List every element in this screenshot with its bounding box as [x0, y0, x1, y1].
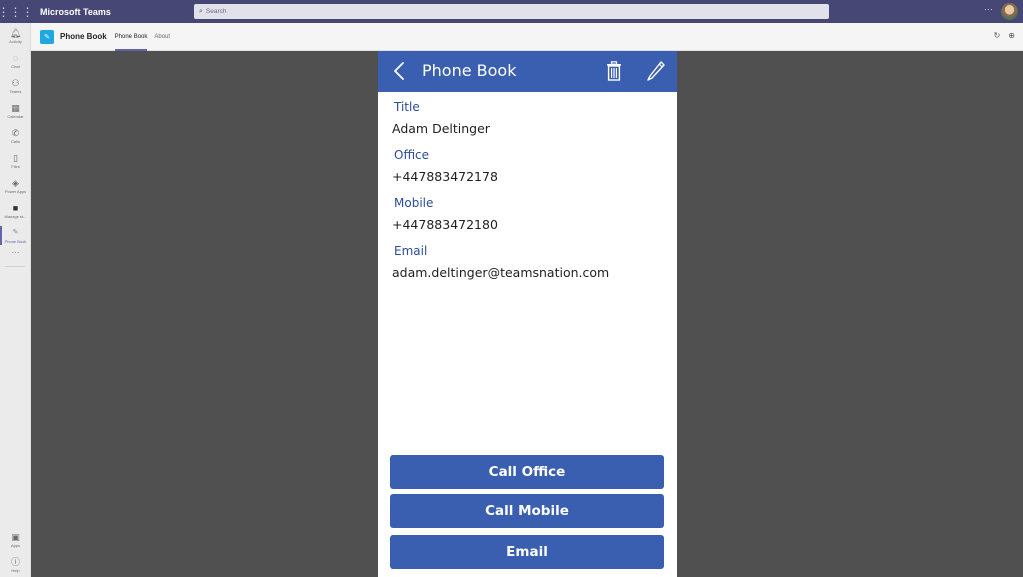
bell-icon: 🔔︎: [9, 27, 22, 38]
rail-item-chat[interactable]: ◌ Chat: [0, 48, 31, 73]
email-button[interactable]: Email: [390, 535, 664, 569]
file-icon: ▯: [13, 152, 18, 163]
email-label: Email: [394, 244, 428, 258]
office-value: +447883472178: [392, 169, 498, 184]
rail-item-label: Apps: [10, 542, 21, 548]
phone-icon: ✆: [11, 127, 20, 138]
pencil-icon: ✎: [12, 228, 19, 236]
apps-icon: ▣: [11, 531, 20, 542]
rail-item-label: Manage st...: [4, 213, 27, 219]
teams-app-title: Microsoft Teams: [40, 6, 111, 17]
tab-about[interactable]: About: [154, 23, 170, 51]
chat-icon: ◌: [12, 52, 19, 63]
phone-book-app: Phone Book Title Adam Deltinger Office +…: [378, 51, 677, 577]
app-header-actions: ↻ ⊕: [994, 31, 1015, 40]
avatar[interactable]: [1001, 3, 1018, 20]
rail-item-label: Activity: [9, 38, 22, 44]
manage-icon: ■: [12, 202, 19, 213]
title-value: Adam Deltinger: [392, 121, 490, 136]
title-label: Title: [394, 100, 420, 114]
globe-icon[interactable]: ⊕: [1008, 31, 1015, 40]
app-launcher-icon[interactable]: ⋮⋮⋮: [0, 0, 34, 23]
office-label: Office: [394, 148, 430, 162]
rail-item-label: Phone Book: [4, 238, 27, 244]
rail-item-label: Teams: [9, 88, 22, 94]
rail-item-label: Files: [11, 163, 20, 169]
search-icon: ⌕: [199, 7, 203, 15]
trash-icon[interactable]: [606, 61, 622, 81]
back-arrow-icon[interactable]: [391, 58, 409, 84]
rail-item-files[interactable]: ▯ Files: [0, 148, 31, 173]
search-input[interactable]: ⌕ Search: [194, 4, 829, 19]
refresh-icon[interactable]: ↻: [994, 31, 1001, 40]
teams-icon: ⚇: [11, 77, 20, 88]
rail-item-teams[interactable]: ⚇ Teams: [0, 73, 31, 98]
mobile-label: Mobile: [394, 196, 434, 210]
rail-item-power-apps[interactable]: ◈ Power Apps: [0, 173, 31, 198]
call-mobile-button[interactable]: Call Mobile: [390, 494, 664, 528]
rail-bottom: ▣ Apps ⓘ Help: [0, 527, 31, 577]
edit-pencil-icon[interactable]: [646, 60, 666, 82]
teams-top-bar: ⋮⋮⋮ Microsoft Teams ⌕ Search ···: [0, 0, 1023, 23]
rail-divider: [5, 266, 25, 267]
rail-more-icon[interactable]: ···: [0, 248, 31, 264]
search-placeholder: Search: [205, 8, 227, 15]
rail-item-activity[interactable]: 🔔︎ Activity: [0, 23, 31, 48]
power-apps-icon: ◈: [12, 177, 19, 188]
rail-item-label: Calendar: [7, 113, 24, 119]
rail-item-label: Help: [11, 567, 20, 573]
screen-title: Phone Book: [422, 61, 517, 80]
tab-phone-book[interactable]: Phone Book: [114, 23, 147, 51]
rail-item-manage[interactable]: ■ Manage st...: [0, 198, 31, 223]
mobile-value: +447883472180: [392, 217, 498, 232]
rail-item-help[interactable]: ⓘ Help: [0, 552, 31, 577]
call-office-button[interactable]: Call Office: [390, 455, 664, 489]
rail-item-phone-book[interactable]: ✎ Phone Book: [0, 223, 31, 248]
app-title-bar: Phone Book: [378, 51, 677, 92]
email-value: adam.deltinger@teamsnation.com: [392, 265, 610, 280]
app-header: ✎ Phone Book Phone Book About ↻ ⊕: [31, 23, 1023, 51]
rail-item-label: Power Apps: [4, 188, 27, 194]
rail-item-apps[interactable]: ▣ Apps: [0, 527, 31, 552]
more-options-icon[interactable]: ···: [984, 4, 993, 14]
phone-book-app-icon: ✎: [40, 29, 54, 44]
app-name: Phone Book: [60, 32, 107, 41]
rail-item-calendar[interactable]: ▦ Calendar: [0, 98, 31, 123]
calendar-icon: ▦: [11, 102, 20, 113]
left-rail: 🔔︎ Activity ◌ Chat ⚇ Teams ▦ Calendar ✆ …: [0, 23, 31, 577]
rail-item-label: Calls: [11, 138, 20, 144]
rail-item-label: Chat: [11, 63, 20, 69]
rail-item-calls[interactable]: ✆ Calls: [0, 123, 31, 148]
help-icon: ⓘ: [10, 556, 20, 567]
